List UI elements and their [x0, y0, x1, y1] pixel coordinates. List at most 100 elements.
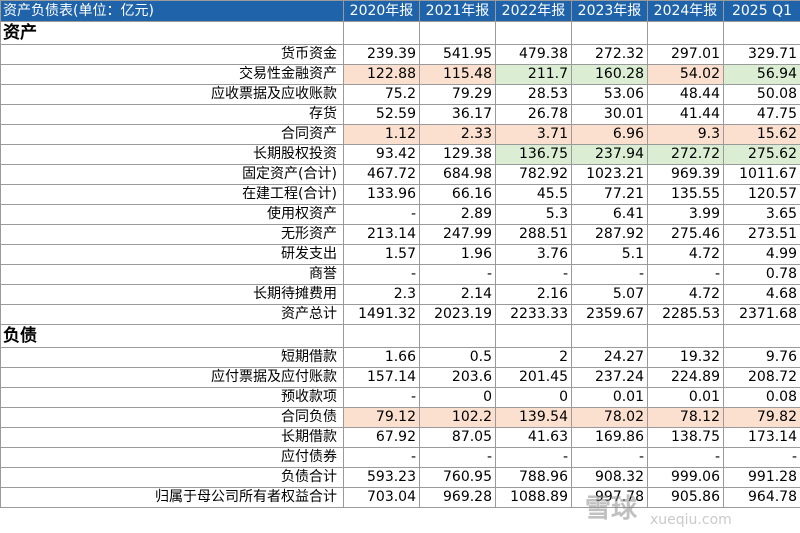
- section-heading: 负债: [0, 324, 344, 348]
- value-cell: 77.21: [571, 184, 648, 205]
- table-row: 资产总计 1491.32 2023.19 2233.33 2359.67 2285.53 2…: [0, 304, 800, 325]
- row-label: 资产总计: [0, 304, 344, 325]
- empty-cell: [343, 21, 420, 45]
- table-body: 资产 货币资金 239.39 541.95 479.38 272.32 297.01 329.…: [0, 21, 800, 508]
- empty-cell: [647, 324, 724, 348]
- column-header: 2021年报: [419, 0, 496, 22]
- value-cell: 50.08: [723, 84, 800, 105]
- column-header: 2025 Q1: [723, 0, 800, 22]
- table-row: 应付债券 - - - - - -: [0, 447, 800, 468]
- value-cell: 275.46: [647, 224, 724, 245]
- value-cell: 87.05: [419, 427, 496, 448]
- value-cell: 2.14: [419, 284, 496, 305]
- value-cell: 135.55: [647, 184, 724, 205]
- value-cell: 24.27: [571, 347, 648, 368]
- value-cell: -: [343, 447, 420, 468]
- empty-cell: [343, 324, 420, 348]
- row-label: 无形资产: [0, 224, 344, 245]
- value-cell: 102.2: [419, 407, 496, 428]
- value-cell: 964.78: [723, 487, 800, 508]
- value-cell: 908.32: [571, 467, 648, 488]
- value-cell: 237.24: [571, 367, 648, 388]
- value-cell: 45.5: [495, 184, 572, 205]
- value-cell: 760.95: [419, 467, 496, 488]
- value-cell: -: [419, 447, 496, 468]
- value-cell: 5.07: [571, 284, 648, 305]
- empty-cell: [571, 21, 648, 45]
- value-cell: 9.76: [723, 347, 800, 368]
- value-cell: 28.53: [495, 84, 572, 105]
- section-heading: 资产: [0, 21, 344, 45]
- value-cell: 6.96: [571, 124, 648, 145]
- value-cell: 115.48: [419, 64, 496, 85]
- value-cell: 237.94: [571, 144, 648, 165]
- value-cell: 0.01: [647, 387, 724, 408]
- value-cell: 93.42: [343, 144, 420, 165]
- value-cell: 52.59: [343, 104, 420, 125]
- value-cell: 969.28: [419, 487, 496, 508]
- value-cell: 173.14: [723, 427, 800, 448]
- table-row: 归属于母公司所有者权益合计 703.04 969.28 1088.89 997.78 90…: [0, 487, 800, 508]
- row-label: 应收票据及应收账款: [0, 84, 344, 105]
- value-cell: -: [647, 447, 724, 468]
- value-cell: -: [495, 447, 572, 468]
- value-cell: 247.99: [419, 224, 496, 245]
- value-cell: 541.95: [419, 44, 496, 65]
- value-cell: 4.72: [647, 244, 724, 265]
- value-cell: 5.3: [495, 204, 572, 225]
- row-label: 预收款项: [0, 387, 344, 408]
- header-row: 资产负债表(单位：亿元) 2020年报 2021年报 2022年报 2023年报…: [0, 0, 800, 22]
- balance-sheet-table: 资产负债表(单位：亿元) 2020年报 2021年报 2022年报 2023年报…: [0, 0, 800, 508]
- row-label: 货币资金: [0, 44, 344, 65]
- table-row: 合同资产 1.12 2.33 3.71 6.96 9.3 15.62: [0, 124, 800, 145]
- value-cell: 79.12: [343, 407, 420, 428]
- value-cell: 201.45: [495, 367, 572, 388]
- value-cell: 5.1: [571, 244, 648, 265]
- table-row: 固定资产(合计) 467.72 684.98 782.92 1023.21 969.39 1…: [0, 164, 800, 185]
- value-cell: 139.54: [495, 407, 572, 428]
- value-cell: 288.51: [495, 224, 572, 245]
- value-cell: 0.01: [571, 387, 648, 408]
- value-cell: 1.57: [343, 244, 420, 265]
- value-cell: 3.65: [723, 204, 800, 225]
- value-cell: 1491.32: [343, 304, 420, 325]
- watermark-url: xueqiu.com: [650, 512, 732, 528]
- value-cell: 19.32: [647, 347, 724, 368]
- value-cell: 41.63: [495, 427, 572, 448]
- table-row: 负债合计 593.23 760.95 788.96 908.32 999.06 991.28: [0, 467, 800, 488]
- value-cell: 4.68: [723, 284, 800, 305]
- empty-cell: [647, 21, 724, 45]
- table-row: 短期借款 1.66 0.5 2 24.27 19.32 9.76: [0, 347, 800, 368]
- row-label: 存货: [0, 104, 344, 125]
- column-header: 2020年报: [343, 0, 420, 22]
- empty-cell: [495, 324, 572, 348]
- empty-cell: [571, 324, 648, 348]
- value-cell: 1011.67: [723, 164, 800, 185]
- table-row: 无形资产 213.14 247.99 288.51 287.92 275.46 273.51: [0, 224, 800, 245]
- value-cell: 47.75: [723, 104, 800, 125]
- value-cell: 997.78: [571, 487, 648, 508]
- table-row: 应付票据及应付账款 157.14 203.6 201.45 237.24 224.89 20…: [0, 367, 800, 388]
- table-title: 资产负债表(单位：亿元): [0, 0, 344, 22]
- row-label: 交易性金融资产: [0, 64, 344, 85]
- table-row: 商誉 - - - - -0.78: [0, 264, 800, 285]
- value-cell: -: [343, 204, 420, 225]
- value-cell: -: [419, 264, 496, 285]
- row-label: 研发支出: [0, 244, 344, 265]
- value-cell: 297.01: [647, 44, 724, 65]
- value-cell: 0: [419, 387, 496, 408]
- value-cell: -: [571, 447, 648, 468]
- table-row: 使用权资产 -2.89 5.3 6.41 3.99 3.65: [0, 204, 800, 225]
- value-cell: 2.3: [343, 284, 420, 305]
- value-cell: 41.44: [647, 104, 724, 125]
- value-cell: 136.75: [495, 144, 572, 165]
- value-cell: 78.12: [647, 407, 724, 428]
- row-label: 长期股权投资: [0, 144, 344, 165]
- table-row: 预收款项 -0 0 0.01 0.01 0.08: [0, 387, 800, 408]
- value-cell: 2285.53: [647, 304, 724, 325]
- value-cell: 6.41: [571, 204, 648, 225]
- empty-cell: [723, 324, 800, 348]
- value-cell: 329.71: [723, 44, 800, 65]
- value-cell: 1.12: [343, 124, 420, 145]
- value-cell: 75.2: [343, 84, 420, 105]
